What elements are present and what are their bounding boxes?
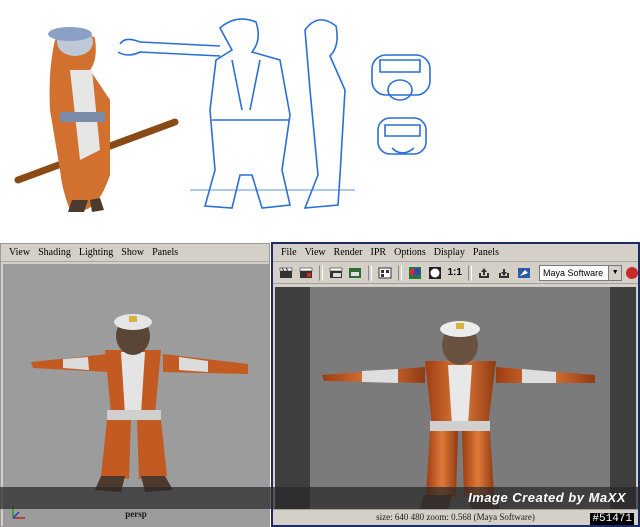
render-view-toolbar: 1:1 Maya Software ▼	[273, 262, 639, 284]
menu-lighting[interactable]: Lighting	[75, 247, 117, 258]
reference-number: #51471	[590, 513, 634, 525]
ipr-refresh-icon[interactable]	[346, 264, 364, 282]
menu-render[interactable]: Render	[330, 247, 367, 258]
redo-render-icon[interactable]	[277, 264, 295, 282]
colored-monkey-painting	[14, 27, 179, 212]
render-region-icon[interactable]	[297, 264, 315, 282]
credit-text: Image Created by MaXX	[468, 490, 626, 505]
menu-view[interactable]: View	[5, 247, 34, 258]
remove-image-icon[interactable]	[495, 264, 513, 282]
viewport-menubar: View Shading Lighting Show Panels	[1, 244, 269, 262]
toolbar-separator	[398, 264, 403, 281]
render-view-menubar: File View Render IPR Options Display Pan…	[273, 244, 638, 262]
rgb-channel-icon[interactable]	[406, 264, 424, 282]
menu-show[interactable]: Show	[117, 247, 148, 258]
renderer-icon[interactable]	[515, 264, 533, 282]
chevron-down-icon: ▼	[608, 265, 622, 280]
menu-view[interactable]: View	[301, 247, 330, 258]
toolbar-separator	[368, 264, 373, 281]
maya-perspective-viewport: View Shading Lighting Show Panels persp	[0, 243, 270, 527]
menu-panels[interactable]: Panels	[148, 247, 182, 258]
ipr-render-icon[interactable]	[327, 264, 345, 282]
renderer-value: Maya Software	[543, 267, 604, 278]
blue-line-sketches	[117, 18, 431, 209]
concept-sketch-artwork	[14, 18, 431, 212]
menu-panels[interactable]: Panels	[469, 247, 503, 258]
menu-file[interactable]: File	[277, 247, 301, 258]
concept-sketch-sheet	[0, 0, 640, 240]
menu-ipr[interactable]: IPR	[367, 247, 391, 258]
toolbar-separator	[318, 264, 323, 281]
camera-label: persp	[125, 509, 147, 519]
menu-options[interactable]: Options	[390, 247, 430, 258]
toolbar-separator	[467, 264, 472, 281]
menu-display[interactable]: Display	[430, 247, 469, 258]
renderer-dropdown[interactable]: Maya Software ▼	[539, 264, 623, 281]
real-size-button[interactable]: 1:1	[446, 264, 464, 282]
menu-shading[interactable]: Shading	[34, 247, 75, 258]
rendered-image	[310, 287, 610, 509]
render-settings-icon[interactable]	[376, 264, 394, 282]
keep-image-icon[interactable]	[476, 264, 494, 282]
record-icon[interactable]	[626, 266, 639, 279]
real-size-label: 1:1	[447, 267, 462, 278]
render-status-bar: size: 640 480 zoom: 0.568 (Maya Software…	[273, 509, 638, 525]
rendered-monkey	[322, 321, 595, 509]
render-image-area[interactable]	[275, 287, 636, 509]
alpha-channel-icon[interactable]	[426, 264, 444, 282]
render-view-window: File View Render IPR Options Display Pan…	[271, 242, 640, 527]
